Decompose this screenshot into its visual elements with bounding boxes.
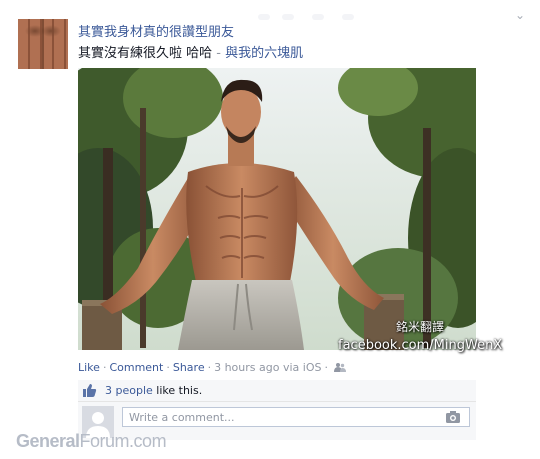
comment-link[interactable]: Comment (109, 361, 163, 374)
like-thumb-icon (83, 384, 97, 397)
photo-illustration (78, 68, 476, 350)
post-actions-bar: Like · Comment · Share · 3 hours ago via iOS · (78, 361, 346, 374)
post-separator: - (212, 46, 226, 61)
action-separator: · (166, 361, 170, 374)
share-link[interactable]: Share (173, 361, 205, 374)
post-author-link[interactable]: 其實我身材真的很讚型朋友 (78, 21, 234, 40)
action-separator: · (102, 361, 107, 374)
chevron-down-icon[interactable]: ⌄ (513, 9, 527, 21)
faint-background-marks (258, 14, 378, 22)
action-separator: · (324, 361, 328, 374)
photo-watermark-name: 銘米翻譯 (396, 320, 445, 334)
photo-watermark-url: facebook.com/MingWenX (338, 338, 503, 353)
likers-link[interactable]: 3 people (105, 384, 153, 397)
comment-input[interactable]: Write a comment... (122, 407, 470, 427)
author-avatar[interactable] (18, 19, 68, 69)
tagged-with-link[interactable]: 與我的六塊肌 (225, 46, 303, 61)
likes-summary: 3 people like this. (78, 380, 476, 402)
post-timestamp[interactable]: 3 hours ago via iOS (214, 361, 321, 374)
likes-text: 3 people like this. (105, 384, 202, 397)
post-message: 其實沒有練很久啦 哈哈 - 與我的六塊肌 (78, 42, 303, 61)
brand-bold: General (16, 431, 80, 451)
camera-icon[interactable] (446, 411, 460, 423)
like-link[interactable]: Like (78, 361, 100, 374)
post-photo[interactable] (78, 68, 476, 350)
action-separator: · (207, 361, 212, 374)
likes-suffix: like this. (152, 384, 203, 397)
post-message-text: 其實沒有練很久啦 哈哈 (78, 46, 213, 61)
friends-privacy-icon[interactable] (333, 362, 346, 372)
brand-rest: Forum.com (79, 431, 167, 451)
site-watermark: GeneralForum.com (16, 431, 167, 452)
